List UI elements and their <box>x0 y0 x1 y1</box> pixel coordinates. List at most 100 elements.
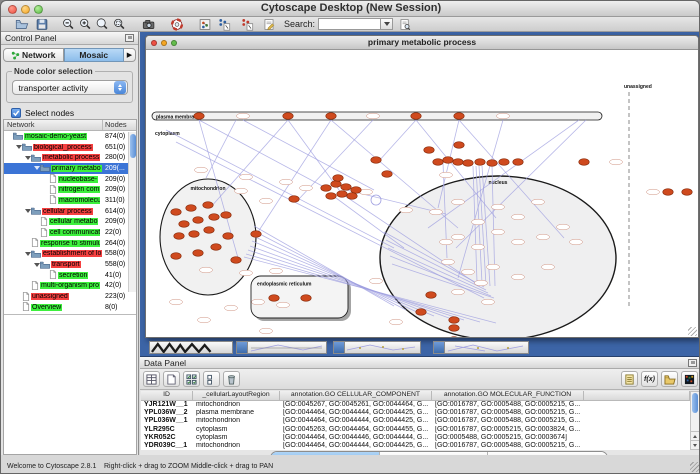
network-node-small[interactable] <box>452 234 465 240</box>
network-node[interactable] <box>499 159 509 166</box>
network-node-small[interactable] <box>462 269 475 275</box>
network-node-small[interactable] <box>370 278 383 284</box>
network-view-titlebar[interactable]: primary metabolic process <box>146 36 698 50</box>
layout-blue-icon[interactable] <box>217 18 231 31</box>
network-node[interactable] <box>347 193 357 200</box>
network-node-small[interactable] <box>367 113 380 119</box>
tab-network[interactable]: Network <box>3 48 64 62</box>
network-node[interactable] <box>221 212 231 219</box>
network-node-small[interactable] <box>452 289 465 295</box>
network-node-small[interactable] <box>198 317 211 323</box>
network-node[interactable] <box>463 160 473 167</box>
window-resize-grip[interactable] <box>688 327 697 336</box>
network-node[interactable] <box>193 250 203 257</box>
network-node[interactable] <box>454 113 464 120</box>
attribute-matrix-button[interactable] <box>681 371 698 387</box>
attribute-table-button[interactable] <box>143 371 160 387</box>
tree-row[interactable]: response to stimulu264(0) <box>4 238 136 249</box>
network-node-small[interactable] <box>647 189 660 195</box>
minimized-window[interactable] <box>149 341 233 354</box>
network-node[interactable] <box>416 309 426 316</box>
network-node-small[interactable] <box>430 209 443 215</box>
network-node-small[interactable] <box>270 268 283 274</box>
network-node-small[interactable] <box>512 274 525 280</box>
network-node-small[interactable] <box>170 299 183 305</box>
network-node-small[interactable] <box>532 199 545 205</box>
network-node[interactable] <box>454 142 464 149</box>
network-node[interactable] <box>223 233 233 240</box>
help-icon[interactable] <box>170 18 184 31</box>
table-row[interactable]: YDR039C__1mitochondrion[GO:0044464, GO:0… <box>141 442 690 450</box>
table-row[interactable]: YJR121W__1mitochondrion[GO:0045267, GO:0… <box>141 401 690 409</box>
network-node-small[interactable] <box>482 299 495 305</box>
annotations-icon[interactable] <box>262 18 276 31</box>
network-node[interactable] <box>209 214 219 221</box>
window-resize-grip[interactable] <box>690 462 700 472</box>
network-node[interactable] <box>443 157 453 164</box>
network-node[interactable] <box>513 159 523 166</box>
tree-row[interactable]: nitrogen compo209(0) <box>4 184 136 195</box>
column-header[interactable]: _cellularLayoutRegion <box>193 391 280 401</box>
open-icon[interactable] <box>15 18 29 31</box>
network-node-small[interactable] <box>475 280 488 286</box>
import-attributes-button[interactable] <box>661 371 678 387</box>
network-node[interactable] <box>453 159 463 166</box>
network-node-small[interactable] <box>557 224 570 230</box>
zoom-out-icon[interactable] <box>61 18 75 31</box>
tree-row[interactable]: cellular metabo209(0) <box>4 217 136 228</box>
network-node-small[interactable] <box>512 239 525 245</box>
network-node[interactable] <box>203 202 213 209</box>
network-node[interactable] <box>189 231 199 238</box>
node-color-combobox[interactable]: transporter activity <box>12 80 128 95</box>
formula-builder-button[interactable]: f(x) <box>641 371 658 387</box>
tree-scrollbar[interactable] <box>128 132 136 292</box>
expander-icon[interactable] <box>24 209 31 213</box>
tab-overflow-button[interactable]: ▶ <box>124 48 136 62</box>
new-attribute-button[interactable] <box>163 371 180 387</box>
network-node-small[interactable] <box>497 113 510 119</box>
unselect-attributes-button[interactable] <box>203 371 220 387</box>
network-node-small[interactable] <box>610 159 623 165</box>
network-node-small[interactable] <box>442 259 455 265</box>
network-node-small[interactable] <box>492 204 505 210</box>
network-node[interactable] <box>171 253 181 260</box>
network-node-small[interactable] <box>440 239 453 245</box>
network-node-small[interactable] <box>280 179 293 185</box>
network-node[interactable] <box>211 244 221 251</box>
network-node[interactable] <box>326 113 336 120</box>
search-dropdown-button[interactable] <box>380 18 393 30</box>
network-node-small[interactable] <box>300 185 313 191</box>
network-node[interactable] <box>411 113 421 120</box>
tree-scrollbar-thumb[interactable] <box>130 134 136 158</box>
network-node[interactable] <box>333 175 343 182</box>
table-row[interactable]: YKR052Ccytoplasm[GO:0044464, GO:0044446,… <box>141 434 690 442</box>
scroll-up-button[interactable] <box>691 431 699 440</box>
search-input[interactable] <box>318 18 380 30</box>
network-node[interactable] <box>193 217 203 224</box>
nucleus-region[interactable] <box>380 176 616 337</box>
tree-row[interactable]: primary metabo209(... <box>4 163 136 174</box>
network-node[interactable] <box>487 160 497 167</box>
table-scrollbar[interactable] <box>690 391 700 450</box>
network-node-small[interactable] <box>512 214 525 220</box>
table-scrollbar-thumb[interactable] <box>692 393 698 413</box>
expander-icon[interactable] <box>33 166 40 170</box>
network-node-small[interactable] <box>542 264 555 270</box>
network-node[interactable] <box>301 295 311 302</box>
column-header[interactable]: ID <box>141 391 193 401</box>
network-node-small[interactable] <box>492 229 505 235</box>
network-node-small[interactable] <box>225 305 238 311</box>
network-node-small[interactable] <box>390 319 403 325</box>
tab-mosaic[interactable]: Mosaic <box>64 48 125 62</box>
tree-row[interactable]: nucleobase-209(0) <box>4 174 136 185</box>
network-node[interactable] <box>283 113 293 120</box>
network-node[interactable] <box>426 292 436 299</box>
network-node[interactable] <box>251 231 261 238</box>
float-panel-icon[interactable] <box>688 359 697 367</box>
network-node[interactable] <box>326 193 336 200</box>
network-node[interactable] <box>341 184 351 191</box>
network-node[interactable] <box>231 257 241 264</box>
tree-row[interactable]: biological_process651(0) <box>4 142 136 153</box>
select-attributes-button[interactable] <box>183 371 200 387</box>
layout-red-icon[interactable] <box>240 18 254 31</box>
